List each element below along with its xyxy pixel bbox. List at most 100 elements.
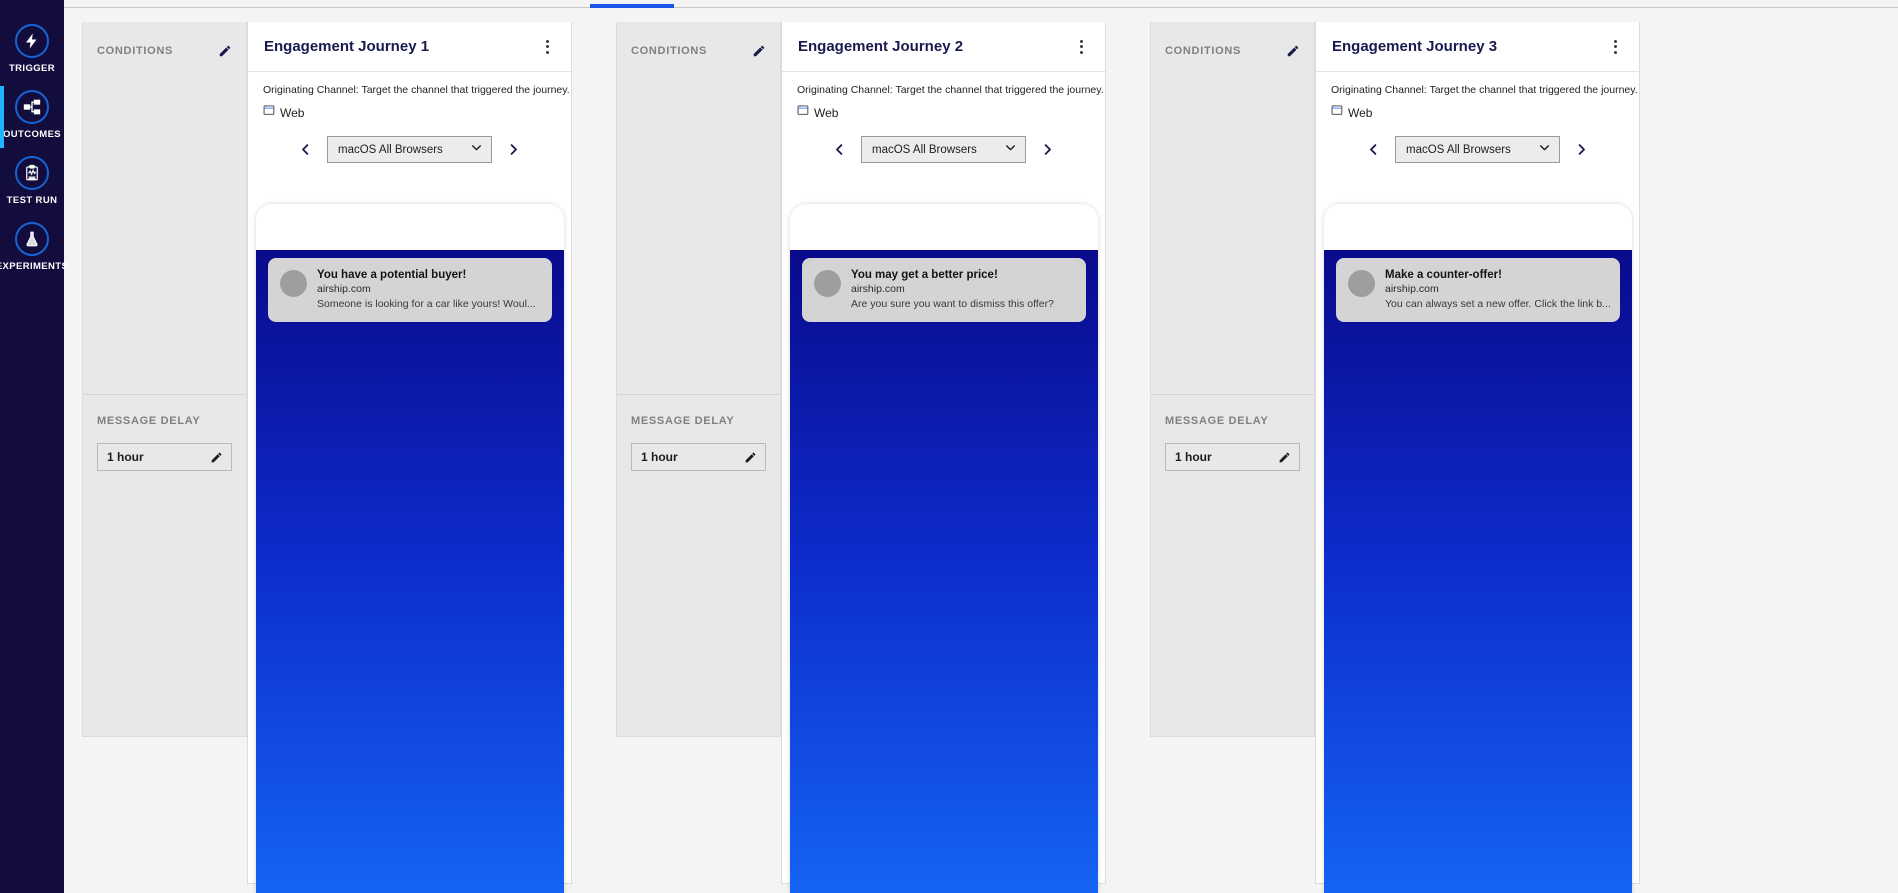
sidebar-label-trigger: TRIGGER: [8, 63, 56, 74]
chevron-down-icon: [1538, 141, 1551, 159]
chevron-right-icon[interactable]: [504, 140, 523, 159]
notification-domain: airship.com: [1385, 283, 1439, 296]
journey-canvas: CONDITIONS MESSAGE DELAY 1 hour Engageme…: [64, 8, 1898, 893]
branch-icon: [15, 90, 49, 124]
platform-select-2[interactable]: macOS All Browsers: [861, 136, 1026, 163]
notification-avatar: [814, 270, 841, 297]
edit-delay-pencil-icon[interactable]: [210, 451, 223, 464]
message-delay-section-3: MESSAGE DELAY 1 hour: [1151, 394, 1314, 471]
notification-avatar: [280, 270, 307, 297]
platform-select-3[interactable]: macOS All Browsers: [1395, 136, 1560, 163]
notification-preview-2[interactable]: You may get a better price! airship.com …: [802, 258, 1086, 322]
settings-column-3: CONDITIONS MESSAGE DELAY 1 hour: [1150, 22, 1315, 737]
notification-title: You may get a better price!: [851, 269, 998, 281]
journey-title: Engagement Journey 2: [798, 38, 964, 55]
channel-row-1: Web: [248, 96, 571, 122]
journey-card-1: Engagement Journey 1 Originating Channel…: [247, 22, 572, 893]
sidebar-item-trigger[interactable]: TRIGGER: [0, 18, 64, 84]
notification-message: You can always set a new offer. Click th…: [1385, 297, 1610, 310]
edit-conditions-pencil-icon[interactable]: [752, 44, 766, 58]
sidebar-item-test-run[interactable]: TEST RUN: [0, 150, 64, 216]
notification-preview-1[interactable]: You have a potential buyer! airship.com …: [268, 258, 552, 322]
platform-selector-row-1: macOS All Browsers: [248, 122, 571, 163]
chevron-left-icon[interactable]: [296, 140, 315, 159]
journey-card-2: Engagement Journey 2 Originating Channel…: [781, 22, 1106, 893]
notification-message: Are you sure you want to dismiss this of…: [851, 297, 1054, 310]
sidebar-item-outcomes[interactable]: OUTCOMES: [0, 84, 64, 150]
notification-message: Someone is looking for a car like yours!…: [317, 297, 536, 310]
chevron-left-icon[interactable]: [830, 140, 849, 159]
device-screen-3: Make a counter-offer! airship.com You ca…: [1324, 250, 1632, 893]
message-delay-value-box-3[interactable]: 1 hour: [1165, 443, 1300, 471]
sidebar-item-experiments[interactable]: EXPERIMENTS: [0, 216, 68, 282]
settings-column-1: CONDITIONS MESSAGE DELAY 1 hour: [82, 22, 247, 737]
platform-select-1[interactable]: macOS All Browsers: [327, 136, 492, 163]
message-delay-section-1: MESSAGE DELAY 1 hour: [83, 394, 246, 471]
edit-delay-pencil-icon[interactable]: [744, 451, 757, 464]
conditions-label: CONDITIONS: [1165, 45, 1242, 57]
channel-label: Web: [280, 106, 305, 120]
notification-title: You have a potential buyer!: [317, 269, 467, 281]
message-delay-label: MESSAGE DELAY: [1165, 415, 1269, 427]
journey-card-header-3: Engagement Journey 3: [1316, 22, 1639, 72]
conditions-section-1: CONDITIONS: [83, 22, 246, 62]
conditions-section-3: CONDITIONS: [1151, 22, 1314, 62]
channel-row-2: Web: [782, 96, 1105, 122]
device-screen-1: You have a potential buyer! airship.com …: [256, 250, 564, 893]
journey-card-3: Engagement Journey 3 Originating Channel…: [1315, 22, 1640, 893]
conditions-section-2: CONDITIONS: [617, 22, 780, 62]
originating-channel-note: Originating Channel: Target the channel …: [797, 84, 1104, 96]
active-tab-indicator[interactable]: [590, 4, 674, 8]
platform-selector-row-3: macOS All Browsers: [1316, 122, 1639, 163]
originating-channel-note: Originating Channel: Target the channel …: [263, 84, 570, 96]
app-root: TRIGGER OUTCOMES TEST RUN EXPERIMENTS CO…: [0, 0, 1898, 893]
conditions-label: CONDITIONS: [97, 45, 174, 57]
journey-more-menu-icon[interactable]: [1608, 36, 1623, 58]
message-delay-section-2: MESSAGE DELAY 1 hour: [617, 394, 780, 471]
chevron-right-icon[interactable]: [1038, 140, 1057, 159]
chevron-down-icon: [1004, 141, 1017, 159]
journey-title: Engagement Journey 1: [264, 38, 430, 55]
channel-label: Web: [814, 106, 839, 120]
journey-more-menu-icon[interactable]: [540, 36, 555, 58]
chevron-right-icon[interactable]: [1572, 140, 1591, 159]
sidebar-label-experiments: EXPERIMENTS: [0, 261, 69, 272]
journey-more-menu-icon[interactable]: [1074, 36, 1089, 58]
journey-title: Engagement Journey 3: [1332, 38, 1498, 55]
web-channel-icon: [263, 104, 277, 122]
edit-conditions-pencil-icon[interactable]: [218, 44, 232, 58]
notification-preview-3[interactable]: Make a counter-offer! airship.com You ca…: [1336, 258, 1620, 322]
journey-card-header-1: Engagement Journey 1: [248, 22, 571, 72]
platform-selected-value: macOS All Browsers: [1406, 143, 1511, 156]
message-delay-value: 1 hour: [641, 450, 678, 464]
settings-column-2: CONDITIONS MESSAGE DELAY 1 hour: [616, 22, 781, 737]
channel-label: Web: [1348, 106, 1373, 120]
flask-icon: [15, 222, 49, 256]
channel-row-3: Web: [1316, 96, 1639, 122]
notification-title: Make a counter-offer!: [1385, 269, 1502, 281]
conditions-label: CONDITIONS: [631, 45, 708, 57]
message-delay-value: 1 hour: [107, 450, 144, 464]
platform-selected-value: macOS All Browsers: [338, 143, 443, 156]
message-delay-value-box-2[interactable]: 1 hour: [631, 443, 766, 471]
notification-avatar: [1348, 270, 1375, 297]
web-channel-icon: [797, 104, 811, 122]
device-preview-1: You have a potential buyer! airship.com …: [256, 204, 564, 893]
left-sidebar: TRIGGER OUTCOMES TEST RUN EXPERIMENTS: [0, 0, 68, 893]
edit-conditions-pencil-icon[interactable]: [1286, 44, 1300, 58]
edit-delay-pencil-icon[interactable]: [1278, 451, 1291, 464]
web-channel-icon: [1331, 104, 1345, 122]
device-preview-3: Make a counter-offer! airship.com You ca…: [1324, 204, 1632, 893]
platform-selector-row-2: macOS All Browsers: [782, 122, 1105, 163]
clipboard-icon: [15, 156, 49, 190]
notification-domain: airship.com: [851, 283, 905, 296]
sidebar-label-test-run: TEST RUN: [6, 195, 58, 206]
message-delay-label: MESSAGE DELAY: [97, 415, 201, 427]
chevron-left-icon[interactable]: [1364, 140, 1383, 159]
top-tab-strip: [64, 0, 1898, 8]
message-delay-value-box-1[interactable]: 1 hour: [97, 443, 232, 471]
bolt-icon: [15, 24, 49, 58]
device-preview-2: You may get a better price! airship.com …: [790, 204, 1098, 893]
journey-card-header-2: Engagement Journey 2: [782, 22, 1105, 72]
platform-selected-value: macOS All Browsers: [872, 143, 977, 156]
